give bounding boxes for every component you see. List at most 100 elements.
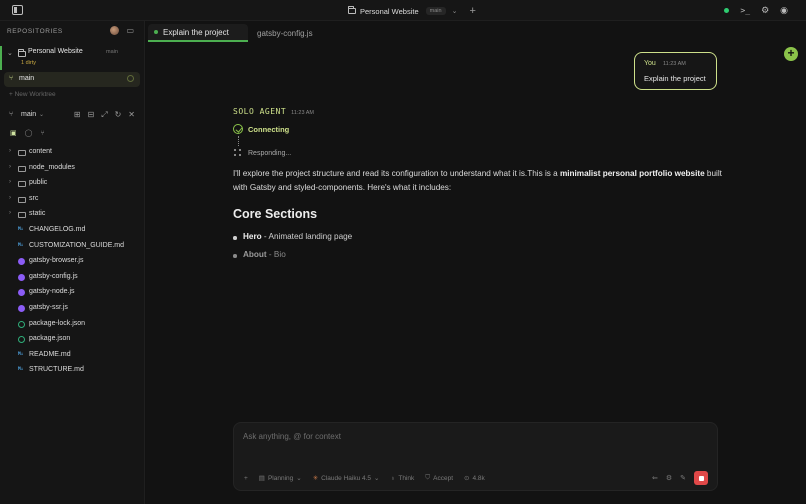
chevron-down-icon: ⌄: [374, 475, 380, 482]
files-tab-icon[interactable]: ▣: [10, 129, 17, 137]
list-item-desc: - Bio: [266, 250, 286, 259]
connecting-label: Connecting: [248, 124, 290, 134]
repo-branch: main: [106, 49, 118, 55]
add-folder-icon[interactable]: ▭: [126, 26, 134, 35]
json-file-icon: [18, 336, 25, 344]
avatar[interactable]: [110, 26, 120, 35]
chat-composer[interactable]: Ask anything, @ for context + ▤ Planning ⌄…: [233, 422, 718, 491]
tree-item[interactable]: gatsby-ssr.js: [0, 301, 145, 317]
worktree-item-main[interactable]: ⑂ main: [4, 72, 140, 87]
new-tab-button[interactable]: +: [469, 6, 475, 17]
tree-item-label: public: [29, 179, 48, 187]
new-file-icon[interactable]: ⊞: [74, 110, 81, 120]
stop-button[interactable]: [694, 471, 708, 485]
js-file-icon: [18, 289, 25, 297]
tree-item[interactable]: gatsby-config.js: [0, 270, 145, 286]
tree-item[interactable]: M↓ STRUCTURE.md: [0, 363, 145, 379]
markdown-file-icon: M↓: [18, 242, 24, 248]
chevron-down-icon: ⌄: [296, 475, 302, 482]
tree-item-label: src: [29, 194, 39, 202]
terminal-icon[interactable]: >_: [740, 6, 750, 15]
folder-icon: [18, 196, 26, 203]
tree-item[interactable]: › node_modules: [0, 161, 145, 177]
settings-icon[interactable]: ⚙: [666, 474, 672, 482]
agent-header: SOLO AGENT 11:23 AM: [233, 107, 314, 116]
accept-label: Accept: [433, 474, 454, 482]
chevron-right-icon: ›: [9, 148, 11, 154]
section-heading: Core Sections: [233, 207, 318, 221]
project-switcher[interactable]: Personal Website main ⌄ +: [348, 5, 476, 17]
responding-status: Responding...: [233, 149, 291, 157]
tree-item-label: CHANGELOG.md: [29, 225, 86, 233]
tree-item[interactable]: › content: [0, 145, 145, 161]
chat-tab-icon[interactable]: ◯: [25, 129, 33, 137]
tree-item[interactable]: M↓ CUSTOMIZATION_GUIDE.md: [0, 239, 145, 255]
json-file-icon: [18, 320, 25, 328]
tree-item-label: content: [29, 148, 52, 155]
list-item: Hero - Animated landing page: [233, 232, 352, 250]
new-folder-icon[interactable]: ⊟: [87, 110, 94, 120]
token-count: ⊙ 4.8k: [464, 474, 485, 483]
tree-item[interactable]: M↓ README.md: [0, 348, 145, 364]
tab-label: Explain the project: [163, 27, 229, 37]
model-icon: ✳: [312, 475, 319, 482]
tree-item[interactable]: gatsby-node.js: [0, 285, 145, 301]
chevron-down-icon[interactable]: ⌄: [39, 111, 44, 118]
folder-icon: [18, 165, 26, 172]
refresh-icon[interactable]: ↻: [115, 110, 122, 120]
chevron-right-icon: ›: [9, 194, 11, 201]
sidebar: REPOSITORIES ▭ ⌄ Personal Website main 1…: [0, 21, 145, 504]
branch-selector[interactable]: ⑂ main ⌄ ⊞ ⊟ ⤢ ↻ ✕: [9, 110, 139, 122]
expand-icon[interactable]: ⤢: [101, 110, 107, 120]
account-icon[interactable]: ◉: [780, 5, 788, 16]
think-toggle[interactable]: ♁ Think: [391, 475, 415, 482]
markdown-file-icon: M↓: [18, 367, 24, 373]
model-selector[interactable]: ✳ Claude Haiku 4.5 ⌄: [312, 474, 380, 483]
tree-item[interactable]: package.json: [0, 332, 145, 348]
chevron-right-icon: ›: [9, 210, 11, 217]
tree-item-label: static: [29, 210, 46, 218]
edit-icon[interactable]: ✎: [680, 474, 686, 482]
dirty-status: 1 dirty: [21, 60, 36, 66]
agent-name: SOLO AGENT: [233, 107, 287, 116]
gear-icon[interactable]: ⚙: [761, 5, 769, 16]
repo-row[interactable]: ⌄ Personal Website main 1 dirty: [0, 46, 145, 70]
chat-input[interactable]: Ask anything, @ for context: [243, 432, 341, 441]
chevron-down-icon[interactable]: ⌄: [7, 49, 13, 57]
markdown-file-icon: M↓: [18, 351, 24, 357]
user-message-bubble: You 11:23 AM Explain the project: [634, 52, 717, 90]
git-tab-icon[interactable]: ⑂: [40, 130, 44, 137]
mode-label: Planning: [267, 474, 294, 482]
chevron-right-icon: ›: [9, 163, 11, 170]
tab-explain-project[interactable]: Explain the project: [148, 24, 248, 42]
attach-button[interactable]: +: [244, 475, 248, 482]
history-icon[interactable]: ⇐: [652, 474, 658, 482]
close-icon[interactable]: ✕: [128, 110, 135, 120]
shield-icon: ⛉: [425, 474, 431, 481]
tree-item[interactable]: › static: [0, 207, 145, 223]
tree-item-label: package.json: [29, 335, 71, 343]
folder-icon: [348, 6, 356, 14]
js-file-icon: [18, 304, 25, 312]
tree-item[interactable]: › public: [0, 176, 145, 192]
chevron-down-icon[interactable]: ⌄: [452, 7, 458, 15]
tree-item[interactable]: M↓ CHANGELOG.md: [0, 223, 145, 239]
list-item-title: About: [243, 250, 267, 259]
tab-gatsby-config[interactable]: gatsby-config.js: [257, 24, 313, 42]
chevron-right-icon: ›: [9, 179, 11, 186]
branch-badge: main: [425, 7, 446, 15]
tree-item[interactable]: › src: [0, 192, 145, 208]
new-chat-button[interactable]: +: [784, 47, 798, 61]
tree-item-label: gatsby-node.js: [29, 288, 75, 296]
mode-selector[interactable]: ▤ Planning ⌄: [259, 474, 302, 483]
tree-item[interactable]: gatsby-browser.js: [0, 254, 145, 270]
active-dot-icon: [154, 30, 158, 34]
accept-toggle[interactable]: ⛉ Accept: [425, 474, 453, 482]
agent-response-paragraph: I'll explore the project structure and r…: [233, 167, 723, 194]
tree-item[interactable]: package-lock.json: [0, 317, 145, 333]
branch-icon: ⑂: [9, 111, 14, 118]
new-worktree-button[interactable]: + New Worktree: [9, 91, 56, 98]
sidebar-toggle-icon[interactable]: [12, 5, 23, 15]
model-label: Claude Haiku 4.5: [321, 474, 372, 482]
tree-item-label: gatsby-ssr.js: [29, 303, 68, 311]
